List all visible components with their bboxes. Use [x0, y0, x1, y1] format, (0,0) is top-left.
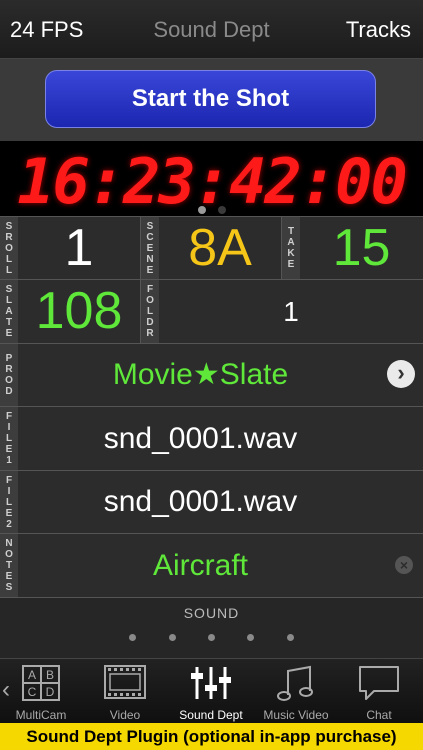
tab-label: Music Video — [263, 708, 329, 722]
multicam-grid-icon: A B C D — [22, 665, 60, 701]
prod-label: PROD — [0, 344, 18, 406]
tab-label: Sound Dept — [179, 708, 243, 722]
tab-label: MultiCam — [15, 708, 67, 722]
svg-text:D: D — [46, 685, 55, 699]
page-dot[interactable] — [129, 634, 136, 641]
start-shot-button[interactable]: Start the Shot — [45, 70, 376, 128]
row-prod: PROD Movie★Slate › — [0, 343, 423, 406]
svg-text:A: A — [28, 668, 36, 682]
row-file1: FILE1 snd_0001.wav — [0, 406, 423, 470]
tab-bar: A B C D MultiCam Video Sound Dept Music … — [0, 658, 423, 724]
tab-multicam[interactable]: A B C D MultiCam — [8, 659, 74, 724]
start-bar: Start the Shot — [0, 59, 423, 141]
svg-text:C: C — [28, 685, 37, 699]
page-dot — [218, 206, 226, 214]
page-dot — [198, 206, 206, 214]
tab-music-video[interactable]: Music Video — [256, 659, 336, 724]
tab-label: Video — [109, 708, 141, 722]
tracks-button[interactable]: Tracks — [346, 17, 411, 43]
clear-icon[interactable]: × — [395, 556, 413, 574]
chat-bubble-icon — [359, 666, 399, 700]
plugin-banner[interactable]: Sound Dept Plugin (optional in-app purch… — [0, 723, 423, 750]
sound-label: SOUND — [183, 605, 240, 621]
row-file2: FILE2 snd_0001.wav — [0, 470, 423, 533]
tab-chat[interactable]: Chat — [346, 659, 412, 724]
tab-video[interactable]: Video — [92, 659, 158, 724]
take-label: TAKE — [282, 217, 300, 279]
prod-field[interactable]: Movie★Slate — [18, 344, 383, 406]
notes-label: NOTES — [0, 534, 18, 597]
mixer-sliders-icon — [191, 667, 231, 699]
folder-field[interactable]: 1 — [159, 280, 423, 343]
row-roll-scene-take: SROLL 1 SCENE 8A TAKE 15 — [0, 216, 423, 279]
row-notes: NOTES Aircraft × — [0, 533, 423, 597]
page-dot[interactable] — [169, 634, 176, 641]
sound-section: SOUND — [0, 597, 423, 659]
page-dot[interactable] — [247, 634, 254, 641]
svg-text:B: B — [46, 668, 54, 682]
slate-field[interactable]: 108 — [18, 280, 140, 343]
scene-field[interactable]: 8A — [159, 217, 281, 279]
take-field[interactable]: 15 — [300, 217, 423, 279]
music-note-icon — [277, 665, 313, 701]
page-dot[interactable] — [208, 634, 215, 641]
scene-label: SCENE — [141, 217, 159, 279]
chevron-right-icon[interactable]: › — [387, 360, 415, 388]
file1-label: FILE1 — [0, 407, 18, 470]
row-slate-folder: SLATE 108 FOLDR 1 — [0, 279, 423, 343]
folder-label: FOLDR — [141, 280, 159, 343]
file1-field[interactable]: snd_0001.wav — [18, 407, 383, 470]
slate-label: SLATE — [0, 280, 18, 343]
file2-field[interactable]: snd_0001.wav — [18, 471, 383, 533]
file2-label: FILE2 — [0, 471, 18, 533]
film-icon — [104, 665, 146, 699]
roll-field[interactable]: 1 — [18, 217, 140, 279]
timecode-page-indicator[interactable] — [0, 206, 423, 214]
tab-label: Chat — [366, 708, 392, 722]
tab-sound-dept[interactable]: Sound Dept — [172, 659, 250, 724]
chevron-left-icon[interactable]: ‹ — [2, 676, 10, 704]
top-bar: 24 FPS Sound Dept Tracks — [0, 0, 423, 59]
roll-label: SROLL — [0, 217, 18, 279]
page-dot[interactable] — [287, 634, 294, 641]
notes-field[interactable]: Aircraft — [18, 534, 383, 597]
